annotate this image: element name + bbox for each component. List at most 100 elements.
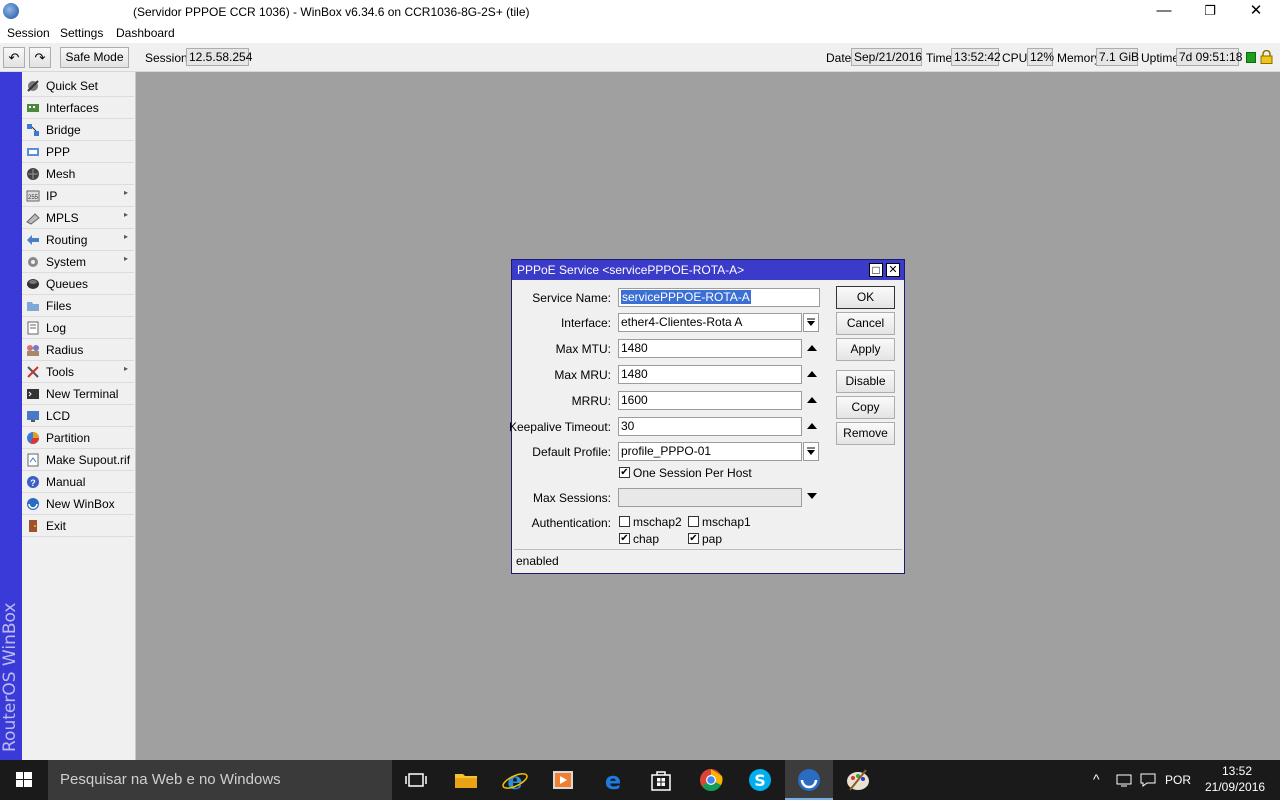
cancel-button[interactable]: Cancel	[836, 312, 895, 335]
copy-button[interactable]: Copy	[836, 396, 895, 419]
sidebar-item-log[interactable]: Log	[22, 317, 134, 339]
interface-select[interactable]: ether4-Clientes-Rota A	[618, 313, 802, 332]
paint-icon[interactable]	[844, 766, 872, 794]
default-profile-select[interactable]: profile_PPPO-01	[618, 442, 802, 461]
mschap1-checkbox[interactable]	[688, 516, 699, 527]
default-profile-dropdown-button[interactable]	[803, 442, 819, 461]
one-session-checkbox[interactable]: ✔	[619, 467, 630, 478]
interface-dropdown-button[interactable]	[803, 313, 819, 332]
sidebar-item-exit[interactable]: Exit	[22, 515, 134, 537]
mrru-input[interactable]: 1600	[618, 391, 802, 410]
maximize-button[interactable]: ❐	[1187, 0, 1233, 24]
sidebar-item-tools[interactable]: Tools ▸	[22, 361, 134, 383]
keepalive-toggle-icon[interactable]	[807, 423, 817, 429]
menu-settings[interactable]: Settings	[60, 26, 103, 40]
max-mru-label: Max MRU:	[554, 368, 611, 382]
service-name-value: servicePPPOE-ROTA-A	[621, 290, 751, 304]
supout-icon	[27, 453, 39, 467]
service-name-label: Service Name:	[532, 291, 611, 305]
sidebar-item-ip[interactable]: 255 IP ▸	[22, 185, 134, 207]
service-name-input[interactable]: servicePPPOE-ROTA-A	[618, 288, 820, 307]
sidebar-item-ppp[interactable]: PPP	[22, 141, 134, 163]
ok-button[interactable]: OK	[836, 286, 895, 309]
network-icon[interactable]	[1116, 773, 1132, 787]
edge-icon[interactable]: e	[599, 766, 627, 794]
close-button[interactable]: ✕	[1233, 0, 1279, 24]
chrome-icon[interactable]	[697, 766, 725, 794]
language-indicator[interactable]: POR	[1165, 760, 1191, 800]
task-view-icon[interactable]	[402, 766, 430, 794]
dialog-title[interactable]: PPPoE Service <servicePPPOE-ROTA-A>	[512, 260, 904, 280]
internet-explorer-icon[interactable]: e	[501, 766, 529, 794]
clock-time[interactable]: 13:52	[1222, 764, 1252, 778]
default-profile-label: Default Profile:	[532, 445, 611, 459]
sidebar-item-queues[interactable]: Queues	[22, 273, 134, 295]
skype-icon[interactable]: S	[746, 766, 774, 794]
winbox-app-icon	[3, 3, 19, 19]
max-sessions-input[interactable]	[618, 488, 802, 507]
clock-date[interactable]: 21/09/2016	[1205, 780, 1265, 794]
sidebar-item-lcd[interactable]: LCD	[22, 405, 134, 427]
pap-label: pap	[702, 532, 723, 546]
store-icon[interactable]	[647, 766, 675, 794]
disable-button[interactable]: Disable	[836, 370, 895, 393]
max-mtu-toggle-icon[interactable]	[807, 345, 817, 351]
sidebar-item-label: Quick Set	[46, 79, 99, 93]
sidebar-item-radius[interactable]: Radius	[22, 339, 134, 361]
menu-dashboard[interactable]: Dashboard	[116, 26, 175, 40]
log-icon	[27, 321, 39, 335]
pap-checkbox[interactable]: ✔	[688, 533, 699, 544]
sidebar-item-make-supout-rif[interactable]: Make Supout.rif	[22, 449, 134, 471]
dialog-restore-button[interactable]: □	[869, 263, 883, 277]
submenu-arrow-icon: ▸	[123, 210, 128, 219]
sidebar-item-label: LCD	[46, 409, 71, 423]
sidebar-item-files[interactable]: Files	[22, 295, 134, 317]
sidebar-item-system[interactable]: System ▸	[22, 251, 134, 273]
svg-text:255: 255	[28, 195, 39, 201]
menu-session[interactable]: Session	[7, 26, 50, 40]
lcd-icon	[27, 411, 39, 422]
taskbar-search-box[interactable]: Pesquisar na Web e no Windows	[48, 760, 392, 800]
max-mtu-input[interactable]: 1480	[618, 339, 802, 358]
sidebar-item-mesh[interactable]: Mesh	[22, 163, 134, 185]
sidebar-item-mpls[interactable]: MPLS ▸	[22, 207, 134, 229]
file-explorer-icon[interactable]	[452, 766, 480, 794]
sidebar-item-partition[interactable]: Partition	[22, 427, 134, 449]
routing-icon	[27, 235, 39, 245]
mrru-toggle-icon[interactable]	[807, 397, 817, 403]
queues-icon	[27, 279, 39, 289]
keepalive-timeout-input[interactable]: 30	[618, 417, 802, 436]
max-sessions-toggle-icon[interactable]	[807, 493, 817, 499]
sidebar-item-manual[interactable]: ? Manual	[22, 471, 134, 493]
chap-checkbox[interactable]: ✔	[619, 533, 630, 544]
interfaces-icon	[27, 104, 39, 112]
quick-set-icon	[27, 80, 39, 92]
sidebar-item-interfaces[interactable]: Interfaces	[22, 97, 134, 119]
sidebar-item-quick-set[interactable]: Quick Set	[22, 75, 134, 97]
redo-button[interactable]: ↷	[29, 47, 51, 68]
sidebar-item-label: Exit	[46, 519, 67, 533]
mschap2-checkbox[interactable]	[619, 516, 630, 527]
sidebar-item-new-terminal[interactable]: New Terminal	[22, 383, 134, 405]
undo-button[interactable]: ↶	[3, 47, 25, 68]
keepalive-timeout-label: Keepalive Timeout:	[508, 420, 611, 434]
sidebar-item-bridge[interactable]: Bridge	[22, 119, 134, 141]
mpls-icon	[26, 213, 40, 225]
safe-mode-button[interactable]: Safe Mode	[60, 47, 129, 68]
uptime-value: 7d 09:51:18	[1176, 48, 1242, 66]
sidebar-item-new-winbox[interactable]: New WinBox	[22, 493, 134, 515]
media-player-icon[interactable]	[549, 766, 577, 794]
sidebar-item-routing[interactable]: Routing ▸	[22, 229, 134, 251]
show-hidden-icons-icon[interactable]: ^	[1093, 771, 1100, 800]
apply-button[interactable]: Apply	[836, 338, 895, 361]
winbox-taskbar-button[interactable]	[785, 760, 833, 800]
max-mru-input[interactable]: 1480	[618, 365, 802, 384]
minimize-button[interactable]: —	[1141, 0, 1187, 24]
remove-button[interactable]: Remove	[836, 422, 895, 445]
dialog-close-button[interactable]: ✕	[886, 263, 900, 277]
message-icon[interactable]	[1140, 773, 1156, 787]
session-label: Session:	[145, 51, 192, 65]
start-button[interactable]	[0, 760, 48, 800]
max-mru-toggle-icon[interactable]	[807, 371, 817, 377]
lock-icon[interactable]	[1260, 50, 1273, 64]
